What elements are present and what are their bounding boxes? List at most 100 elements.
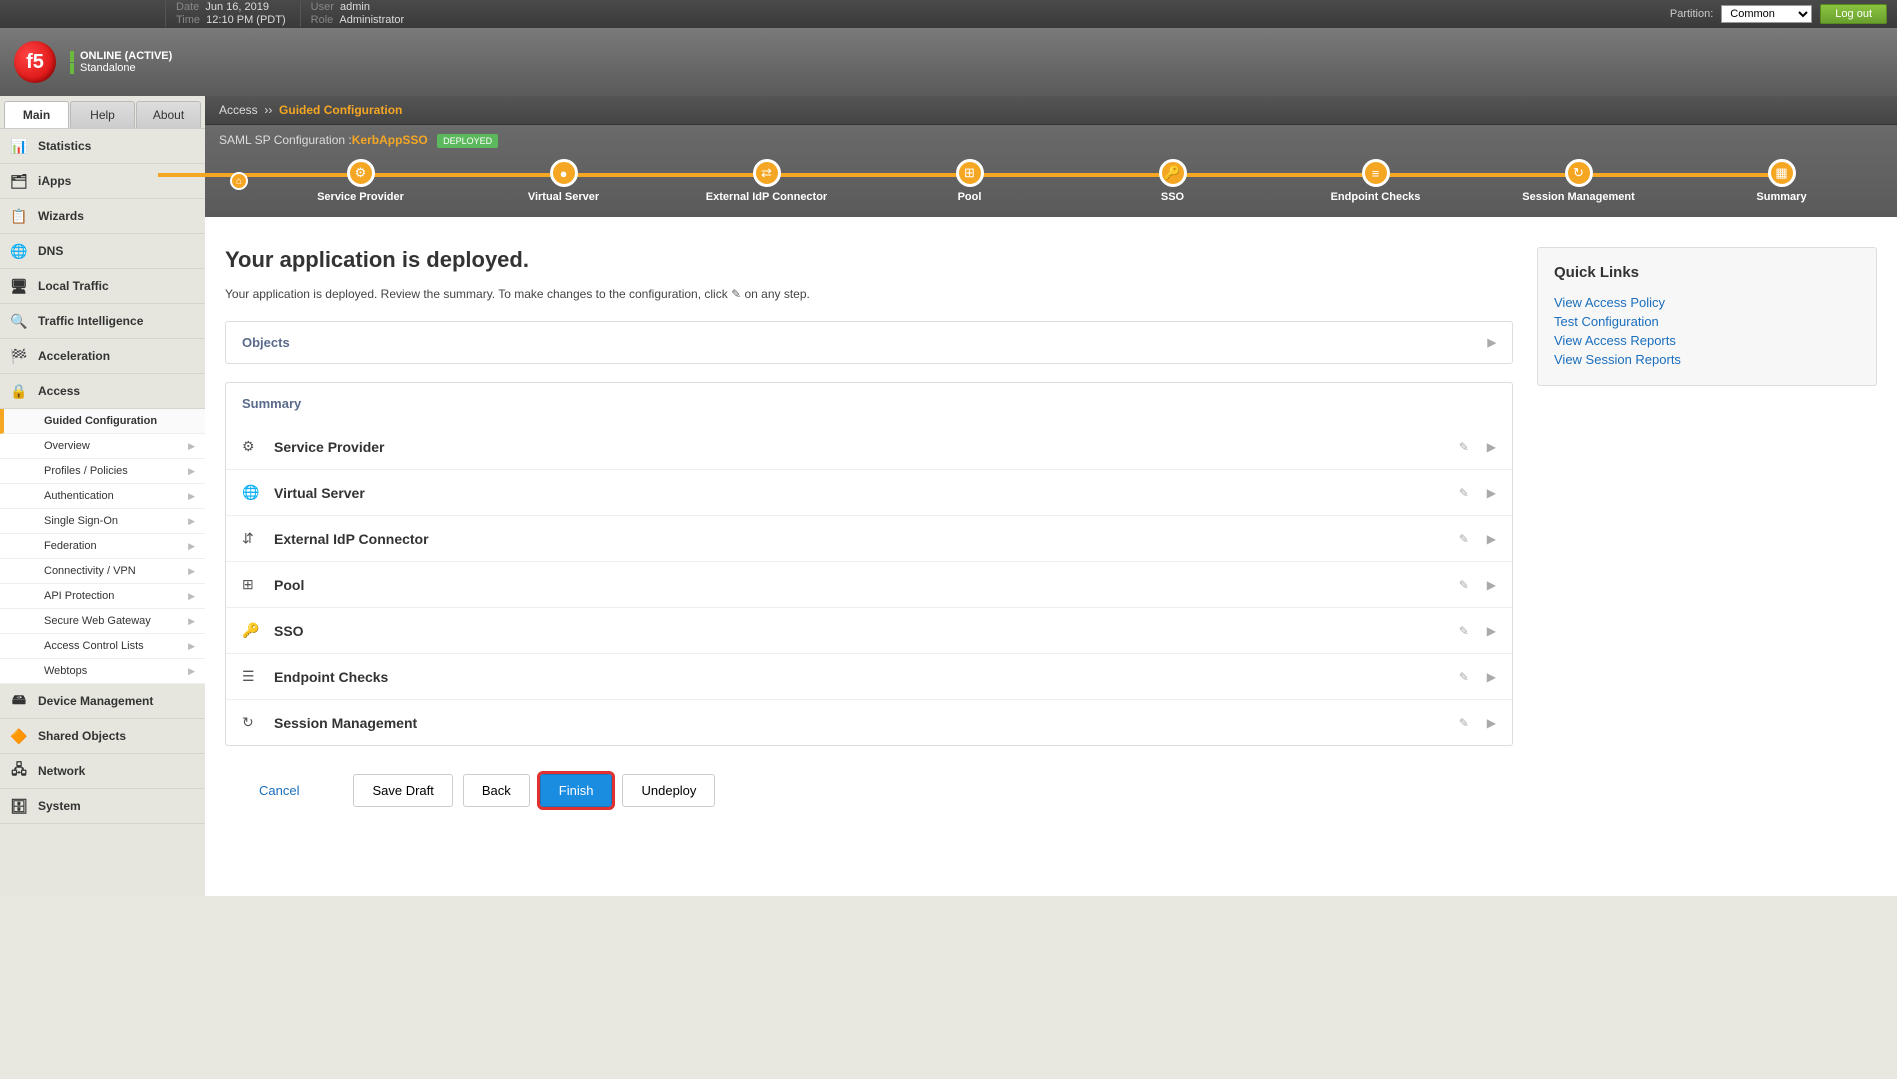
user-value: admin bbox=[340, 1, 370, 13]
save-draft-button[interactable]: Save Draft bbox=[353, 774, 452, 807]
wizard-steps: ⌂ ⚙Service Provider●Virtual Server⇄Extern… bbox=[219, 153, 1883, 217]
row-icon: ⇵ bbox=[242, 530, 260, 547]
nav-system[interactable]: 🗄System bbox=[0, 789, 205, 824]
subnav-authentication[interactable]: Authentication▶ bbox=[0, 484, 205, 509]
step-icon: 🔑 bbox=[1159, 159, 1187, 187]
edit-icon[interactable]: ✎ bbox=[1459, 670, 1469, 684]
tab-help[interactable]: Help bbox=[70, 101, 135, 128]
summary-row-session-management[interactable]: ↻Session Management✎▶ bbox=[226, 699, 1512, 745]
system-icon: 🗄 bbox=[10, 797, 28, 815]
chevron-right-icon: ▶ bbox=[188, 441, 195, 452]
subnav-overview[interactable]: Overview▶ bbox=[0, 434, 205, 459]
nav-traffic-intel[interactable]: 🔍Traffic Intelligence bbox=[0, 304, 205, 339]
role-label: Role bbox=[311, 14, 334, 26]
status-standalone: Standalone bbox=[80, 62, 136, 74]
summary-row-service-provider[interactable]: ⚙Service Provider✎▶ bbox=[226, 424, 1512, 469]
chevron-right-icon[interactable]: ▶ bbox=[1487, 532, 1496, 546]
header: f5 ONLINE (ACTIVE) Standalone bbox=[0, 28, 1897, 96]
summary-row-pool[interactable]: ⊞Pool✎▶ bbox=[226, 561, 1512, 607]
undeploy-button[interactable]: Undeploy bbox=[622, 774, 715, 807]
summary-row-external-idp-connector[interactable]: ⇵External IdP Connector✎▶ bbox=[226, 515, 1512, 561]
back-button[interactable]: Back bbox=[463, 774, 530, 807]
chevron-right-icon: ▶ bbox=[188, 566, 195, 577]
chevron-right-icon[interactable]: ▶ bbox=[1487, 716, 1496, 730]
finish-button[interactable]: Finish bbox=[540, 774, 613, 807]
pencil-icon: ✎ bbox=[731, 287, 741, 301]
topbar: Date Jun 16, 2019 Time 12:10 PM (PDT) Us… bbox=[0, 0, 1897, 28]
step-summary[interactable]: ▦Summary bbox=[1680, 159, 1883, 203]
step-session-management[interactable]: ↻Session Management bbox=[1477, 159, 1680, 203]
subnav-single-sign-on[interactable]: Single Sign-On▶ bbox=[0, 509, 205, 534]
footer-actions: Cancel Save Draft Back Finish Undeploy bbox=[225, 764, 1513, 837]
edit-icon[interactable]: ✎ bbox=[1459, 486, 1469, 500]
edit-icon[interactable]: ✎ bbox=[1459, 624, 1469, 638]
subnav-connectivity-vpn[interactable]: Connectivity / VPN▶ bbox=[0, 559, 205, 584]
chevron-right-icon: ▶ bbox=[188, 666, 195, 677]
partition-label: Partition: bbox=[1670, 8, 1713, 20]
cancel-button[interactable]: Cancel bbox=[245, 775, 313, 806]
chevron-right-icon: ▶ bbox=[188, 466, 195, 477]
edit-icon[interactable]: ✎ bbox=[1459, 578, 1469, 592]
tab-about[interactable]: About bbox=[136, 101, 201, 128]
shared-icon: 🔶 bbox=[10, 727, 28, 745]
summary-row-virtual-server[interactable]: 🌐Virtual Server✎▶ bbox=[226, 469, 1512, 515]
status-indicator-icon bbox=[70, 63, 74, 74]
step-pool[interactable]: ⊞Pool bbox=[868, 159, 1071, 203]
servers-icon: 🖥 bbox=[10, 277, 28, 295]
chevron-right-icon[interactable]: ▶ bbox=[1487, 670, 1496, 684]
config-bar: SAML SP Configuration :KerbAppSSO DEPLOY… bbox=[205, 125, 1897, 217]
subnav-api-protection[interactable]: API Protection▶ bbox=[0, 584, 205, 609]
nav-dns[interactable]: 🌐DNS bbox=[0, 234, 205, 269]
role-value: Administrator bbox=[339, 14, 404, 26]
logo-icon: f5 bbox=[14, 41, 56, 83]
tab-main[interactable]: Main bbox=[4, 101, 69, 128]
nav-device-mgmt[interactable]: 🖴Device Management bbox=[0, 684, 205, 719]
row-icon: ⊞ bbox=[242, 576, 260, 593]
quicklink-test-configuration[interactable]: Test Configuration bbox=[1554, 312, 1860, 331]
date-label: Date bbox=[176, 1, 199, 13]
subnav-guided-configuration[interactable]: Guided Configuration bbox=[0, 409, 205, 434]
status-indicator-icon bbox=[70, 51, 74, 62]
chevron-right-icon[interactable]: ▶ bbox=[1487, 486, 1496, 500]
chevron-right-icon[interactable]: ▶ bbox=[1487, 440, 1496, 454]
quicklink-view-access-policy[interactable]: View Access Policy bbox=[1554, 293, 1860, 312]
nav-local-traffic[interactable]: 🖥Local Traffic bbox=[0, 269, 205, 304]
nav-acceleration[interactable]: 🏁Acceleration bbox=[0, 339, 205, 374]
logout-button[interactable]: Log out bbox=[1820, 4, 1887, 24]
step-virtual-server[interactable]: ●Virtual Server bbox=[462, 159, 665, 203]
chevron-right-icon[interactable]: ▶ bbox=[1487, 578, 1496, 592]
nav-wizards[interactable]: 📋Wizards bbox=[0, 199, 205, 234]
step-sso[interactable]: 🔑SSO bbox=[1071, 159, 1274, 203]
chevron-right-icon[interactable]: ▶ bbox=[1487, 624, 1496, 638]
edit-icon[interactable]: ✎ bbox=[1459, 532, 1469, 546]
nav-access[interactable]: 🔒Access bbox=[0, 374, 205, 409]
nav-statistics[interactable]: 📊Statistics bbox=[0, 129, 205, 164]
step-service-provider[interactable]: ⚙Service Provider bbox=[259, 159, 462, 203]
edit-icon[interactable]: ✎ bbox=[1459, 716, 1469, 730]
crumb-root[interactable]: Access bbox=[219, 103, 258, 117]
summary-row-endpoint-checks[interactable]: ☰Endpoint Checks✎▶ bbox=[226, 653, 1512, 699]
quicklink-view-access-reports[interactable]: View Access Reports bbox=[1554, 331, 1860, 350]
summary-row-sso[interactable]: 🔑SSO✎▶ bbox=[226, 607, 1512, 653]
subnav-profiles-policies[interactable]: Profiles / Policies▶ bbox=[0, 459, 205, 484]
partition-select[interactable]: Common bbox=[1721, 5, 1812, 23]
nav-shared[interactable]: 🔶Shared Objects bbox=[0, 719, 205, 754]
row-icon: ⚙ bbox=[242, 438, 260, 455]
network-icon: 🖧 bbox=[10, 762, 28, 780]
step-endpoint-checks[interactable]: ≡Endpoint Checks bbox=[1274, 159, 1477, 203]
step-icon: ⌂ bbox=[230, 172, 248, 190]
nav-iapps[interactable]: 🗂iApps bbox=[0, 164, 205, 199]
quicklink-view-session-reports[interactable]: View Session Reports bbox=[1554, 350, 1860, 369]
nav-network[interactable]: 🖧Network bbox=[0, 754, 205, 789]
subnav-webtops[interactable]: Webtops▶ bbox=[0, 659, 205, 684]
quick-links-panel: Quick Links View Access PolicyTest Confi… bbox=[1537, 247, 1877, 386]
step-external-idp-connector[interactable]: ⇄External IdP Connector bbox=[665, 159, 868, 203]
row-icon: 🔑 bbox=[242, 622, 260, 639]
subnav-federation[interactable]: Federation▶ bbox=[0, 534, 205, 559]
page-description: Your application is deployed. Review the… bbox=[225, 287, 1513, 301]
edit-icon[interactable]: ✎ bbox=[1459, 440, 1469, 454]
chevron-right-icon: ▶ bbox=[188, 641, 195, 652]
objects-panel-header[interactable]: Objects ▶ bbox=[226, 322, 1512, 363]
subnav-secure-web-gateway[interactable]: Secure Web Gateway▶ bbox=[0, 609, 205, 634]
subnav-access-control-lists[interactable]: Access Control Lists▶ bbox=[0, 634, 205, 659]
